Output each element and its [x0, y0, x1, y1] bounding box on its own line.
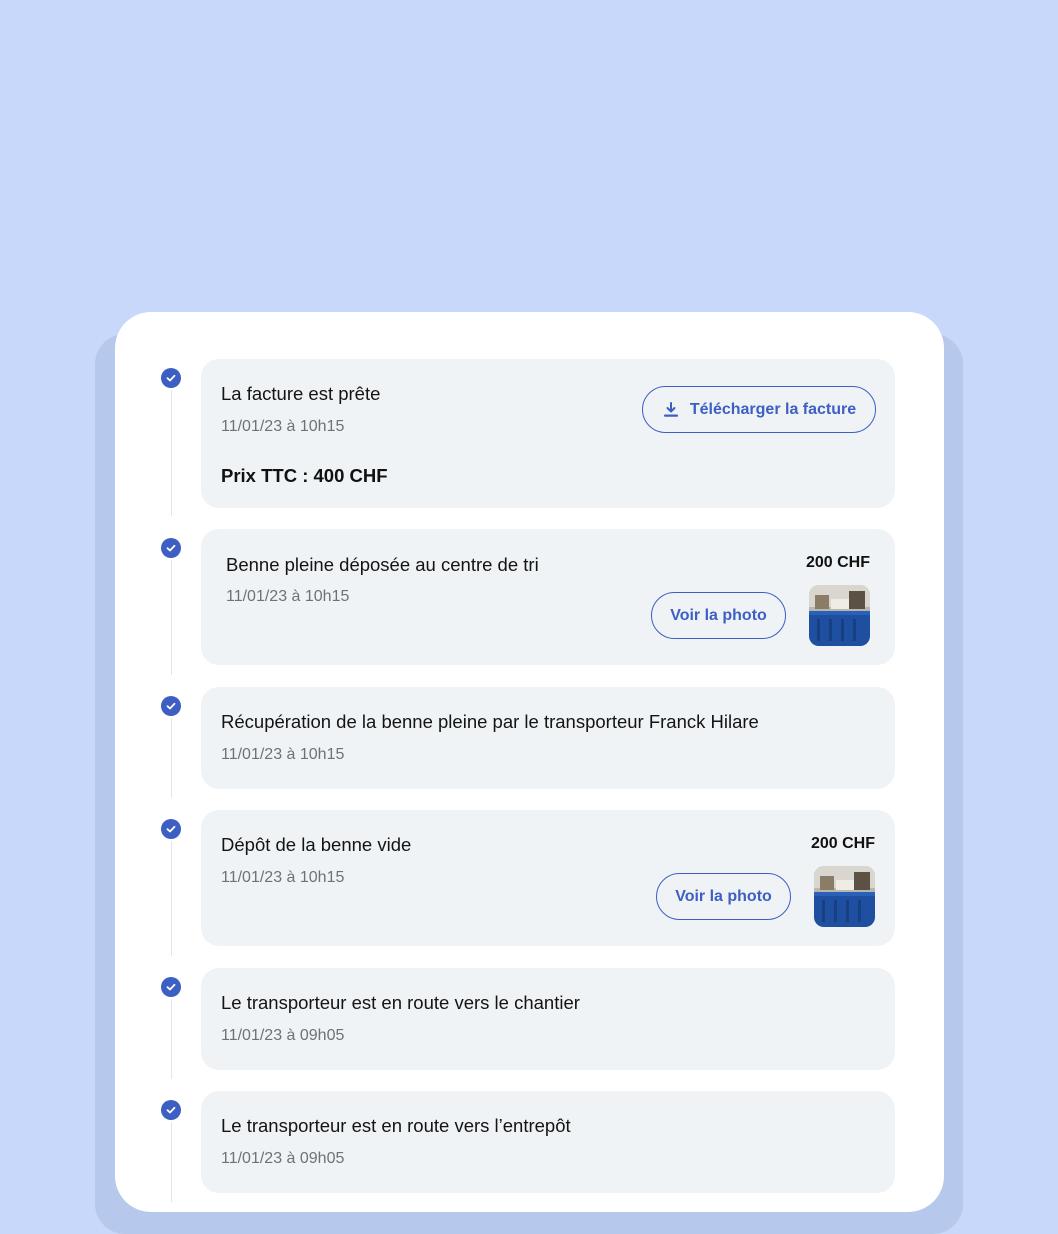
timeline-connector: [171, 390, 172, 516]
check-icon: [161, 1100, 181, 1120]
total-price: Prix TTC : 400 CHF: [221, 465, 388, 486]
step-title: Dépôt de la benne vide: [221, 834, 412, 855]
step-date: 11/01/23 à 09h05: [221, 1027, 345, 1044]
timeline-card-empty-bin-drop: Dépôt de la benne vide 11/01/23 à 10h15 …: [201, 810, 895, 946]
timeline-card-full-bin-dropped: Benne pleine déposée au centre de tri 11…: [201, 529, 895, 665]
view-photo-button[interactable]: Voir la photo: [651, 592, 786, 639]
check-icon: [161, 368, 181, 388]
view-photo-label: Voir la photo: [670, 606, 767, 624]
step-price: 200 CHF: [805, 554, 870, 571]
download-invoice-label: Télécharger la facture: [689, 400, 857, 418]
timeline: La facture est prête 11/01/23 à 10h15 Pr…: [115, 312, 944, 1212]
timeline-card-en-route-warehouse: Le transporteur est en route vers l’entr…: [201, 1091, 895, 1193]
check-icon: [161, 538, 181, 558]
step-title: Le transporteur est en route vers l’entr…: [221, 1115, 571, 1136]
timeline-card-en-route-site: Le transporteur est en route vers le cha…: [201, 968, 895, 1070]
timeline-connector: [171, 841, 172, 956]
check-icon: [161, 977, 181, 997]
step-title: Récupération de la benne pleine par le t…: [221, 711, 759, 732]
step-title: La facture est prête: [221, 383, 381, 404]
download-icon: [663, 401, 678, 417]
step-title: Benne pleine déposée au centre de tri: [226, 554, 539, 575]
timeline-panel: La facture est prête 11/01/23 à 10h15 Pr…: [115, 312, 944, 1212]
check-icon: [161, 696, 181, 716]
step-date: 11/01/23 à 10h15: [221, 869, 345, 886]
check-icon: [161, 819, 181, 839]
timeline-connector: [171, 718, 172, 798]
download-invoice-button[interactable]: Télécharger la facture: [642, 386, 876, 433]
timeline-card-pickup: Récupération de la benne pleine par le t…: [201, 687, 895, 789]
view-photo-label: Voir la photo: [675, 887, 772, 905]
timeline-card-invoice: La facture est prête 11/01/23 à 10h15 Pr…: [201, 359, 895, 508]
step-date: 11/01/23 à 10h15: [221, 746, 345, 763]
step-date: 11/01/23 à 09h05: [221, 1150, 345, 1167]
step-price: 200 CHF: [810, 835, 875, 852]
timeline-connector: [171, 1122, 172, 1202]
step-date: 11/01/23 à 10h15: [226, 588, 350, 605]
timeline-connector: [171, 999, 172, 1079]
bin-photo-thumbnail[interactable]: [809, 585, 870, 646]
timeline-connector: [171, 560, 172, 675]
step-date: 11/01/23 à 10h15: [221, 418, 345, 435]
view-photo-button[interactable]: Voir la photo: [656, 873, 791, 920]
bin-photo-thumbnail[interactable]: [814, 866, 875, 927]
step-title: Le transporteur est en route vers le cha…: [221, 992, 580, 1013]
